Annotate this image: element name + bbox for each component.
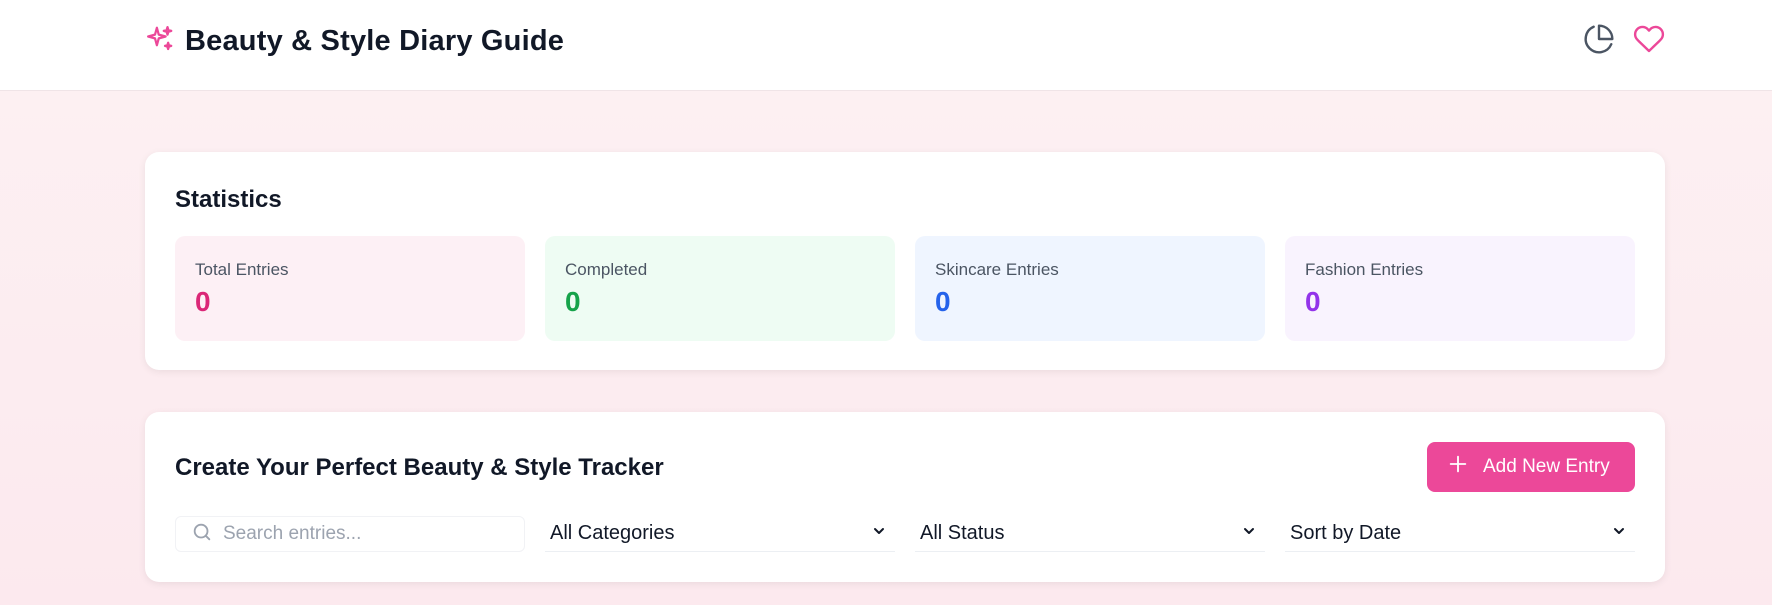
plus-icon	[1427, 453, 1469, 481]
stat-value: 0	[1305, 286, 1321, 317]
stat-label: Skincare Entries	[935, 260, 1059, 279]
stat-value: 0	[935, 286, 951, 317]
add-new-entry-label: Add New Entry	[1483, 456, 1610, 477]
category-select-value: All Categories	[550, 522, 675, 544]
search-icon	[176, 521, 213, 548]
tracker-title: Create Your Perfect Beauty & Style Track…	[175, 454, 664, 481]
brand: Beauty & Style Diary Guide	[145, 24, 564, 59]
favorites-button[interactable]	[1632, 24, 1666, 58]
tracker-card: Create Your Perfect Beauty & Style Track…	[145, 412, 1665, 582]
statistics-button[interactable]	[1582, 23, 1616, 60]
search-input[interactable]	[223, 523, 503, 545]
status-select-value: All Status	[920, 522, 1005, 544]
statistics-title: Statistics	[175, 186, 282, 213]
top-navigation-bar: Beauty & Style Diary Guide	[0, 0, 1772, 91]
sort-select[interactable]: Sort by Date	[1285, 516, 1635, 552]
chevron-down-icon	[871, 523, 895, 544]
search-box	[175, 516, 525, 552]
chevron-down-icon	[1611, 523, 1635, 544]
status-select[interactable]: All Status	[915, 516, 1265, 552]
stat-label: Total Entries	[195, 260, 289, 279]
add-new-entry-button[interactable]: Add New Entry	[1427, 442, 1635, 492]
stat-label: Completed	[565, 260, 648, 279]
chevron-down-icon	[1241, 523, 1265, 544]
stat-completed: Completed 0	[545, 236, 895, 341]
stat-label: Fashion Entries	[1305, 260, 1424, 279]
header-actions	[1582, 23, 1666, 60]
sort-select-value: Sort by Date	[1290, 522, 1402, 544]
pie-chart-icon	[1583, 23, 1615, 60]
category-select[interactable]: All Categories	[545, 516, 895, 552]
stat-value: 0	[195, 286, 211, 317]
stat-value: 0	[565, 286, 581, 317]
stat-skincare-entries: Skincare Entries 0	[915, 236, 1265, 341]
stat-total-entries: Total Entries 0	[175, 236, 525, 341]
heart-icon	[1633, 23, 1665, 60]
stat-fashion-entries: Fashion Entries 0	[1285, 236, 1635, 341]
statistics-card: Statistics Total Entries 0 Completed 0 S…	[145, 152, 1665, 370]
app-title: Beauty & Style Diary Guide	[185, 25, 565, 57]
sparkles-icon	[145, 24, 175, 59]
